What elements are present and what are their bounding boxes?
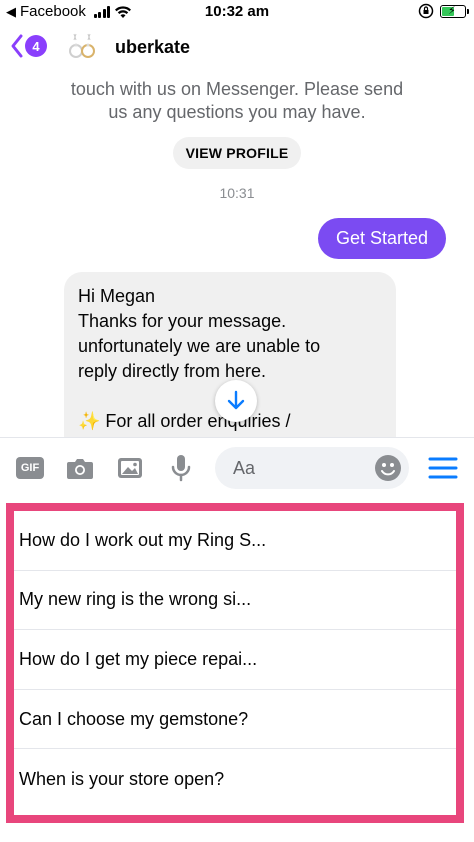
emoji-icon[interactable] xyxy=(374,454,402,482)
quick-replies-panel: How do I work out my Ring S... My new ri… xyxy=(6,503,464,823)
contact-name[interactable]: uberkate xyxy=(115,37,190,58)
quick-reply-item[interactable]: How do I get my piece repai... xyxy=(14,630,456,690)
view-profile-button[interactable]: VIEW PROFILE xyxy=(173,137,301,169)
image-icon xyxy=(118,458,142,478)
gif-button[interactable]: GIF xyxy=(15,454,45,482)
outgoing-message-bubble[interactable]: Get Started xyxy=(318,218,446,259)
camera-icon xyxy=(67,459,93,479)
intro-line-1: touch with us on Messenger. Please send xyxy=(70,79,404,99)
quick-reply-item[interactable]: Can I choose my gemstone? xyxy=(14,690,456,750)
status-bar: ◀ Facebook 10:32 am ⚡ xyxy=(0,0,474,26)
quick-reply-item[interactable]: My new ring is the wrong si... xyxy=(14,571,456,631)
orientation-lock-icon xyxy=(418,3,434,19)
menu-icon[interactable] xyxy=(428,455,458,481)
status-right: ⚡ xyxy=(418,3,469,19)
intro-line-2: us any questions you may have. xyxy=(108,102,366,122)
intro-text: touch with us on Messenger. Please send … xyxy=(0,78,474,124)
camera-button[interactable] xyxy=(65,454,95,482)
status-time: 10:32 am xyxy=(204,3,270,20)
contact-avatar[interactable] xyxy=(64,30,100,66)
quick-reply-item[interactable]: When is your store open? xyxy=(14,749,456,809)
microphone-icon xyxy=(171,455,191,482)
gallery-button[interactable] xyxy=(115,454,145,482)
message-timestamp: 10:31 xyxy=(219,185,255,201)
composer-bar: GIF xyxy=(0,437,474,497)
unread-badge: 4 xyxy=(25,35,47,57)
back-chevron-icon xyxy=(11,34,23,58)
scroll-to-bottom-button[interactable] xyxy=(215,380,257,422)
arrow-down-icon xyxy=(227,390,245,410)
quick-reply-item[interactable]: How do I work out my Ring S... xyxy=(14,511,456,571)
voice-button[interactable] xyxy=(166,454,196,482)
back-button[interactable]: 4 xyxy=(10,33,47,59)
gif-label: GIF xyxy=(16,457,44,479)
chat-header: 4 uberkate xyxy=(0,28,474,68)
battery-icon: ⚡ xyxy=(440,4,469,18)
